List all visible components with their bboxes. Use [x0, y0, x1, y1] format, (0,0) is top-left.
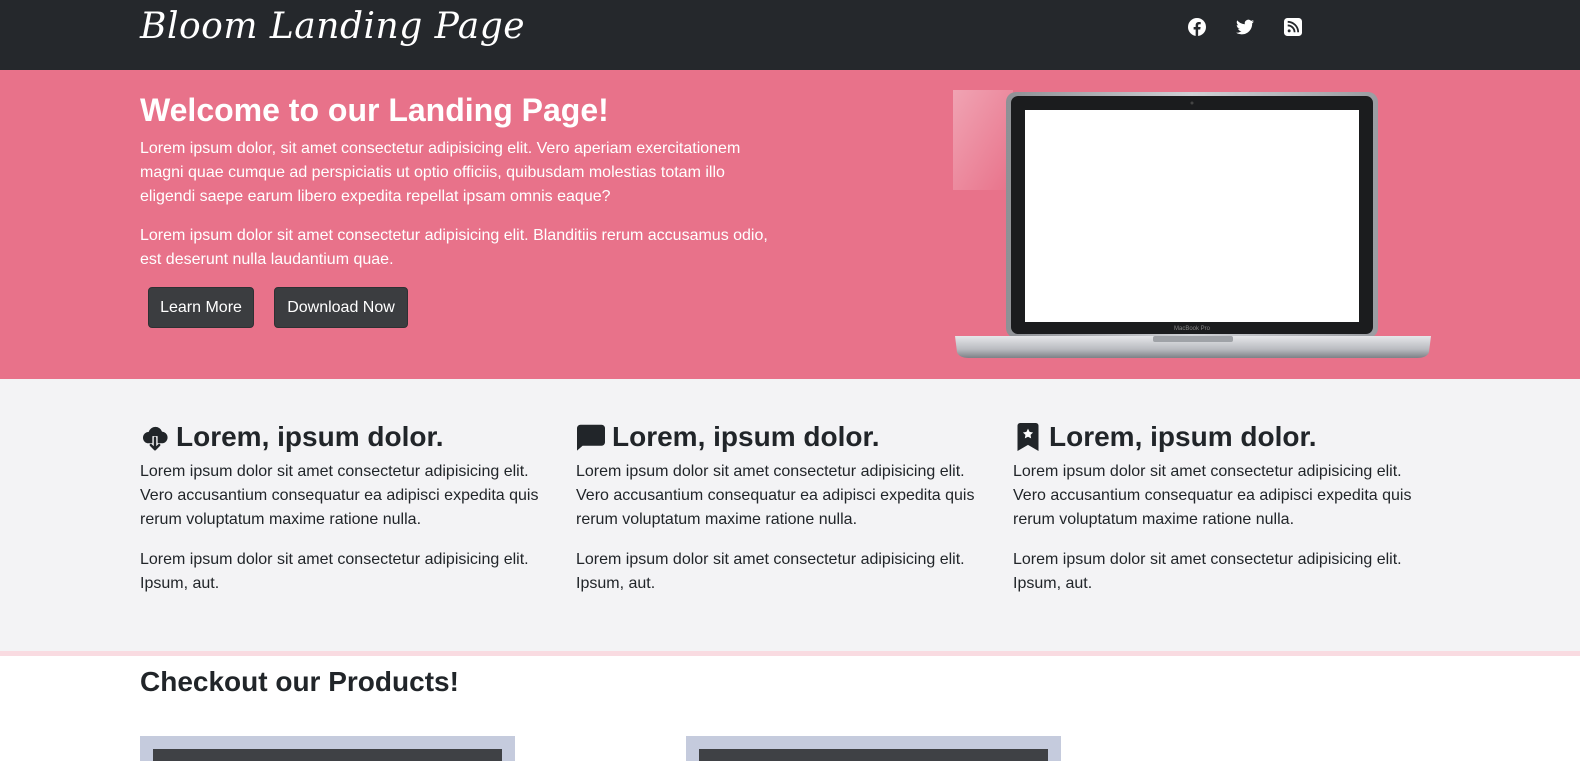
navbar: Bloom Landing Page — [0, 0, 1580, 70]
feature-paragraph: Lorem ipsum dolor sit amet consectetur a… — [576, 463, 975, 528]
feature-card: Lorem, ipsum dolor. Lorem ipsum dolor si… — [140, 419, 540, 596]
hero-section: Welcome to our Landing Page! Lorem ipsum… — [0, 70, 1580, 379]
laptop-image: MacBook Pro — [953, 90, 1433, 362]
products-title: Checkout our Products! — [140, 666, 459, 697]
hero-paragraph: Lorem ipsum dolor sit amet consectetur a… — [140, 227, 768, 268]
rss-icon[interactable] — [1282, 16, 1304, 38]
twitter-icon[interactable] — [1234, 16, 1256, 38]
features-section: Lorem, ipsum dolor. Lorem ipsum dolor si… — [0, 379, 1580, 651]
feature-paragraph: Lorem ipsum dolor sit amet consectetur a… — [140, 463, 539, 528]
feature-title: Lorem, ipsum dolor. — [1049, 421, 1317, 452]
feature-card: Lorem, ipsum dolor. Lorem ipsum dolor si… — [576, 419, 976, 596]
feature-paragraph: Lorem ipsum dolor sit amet consectetur a… — [1013, 551, 1402, 592]
product-image — [153, 749, 502, 761]
feature-paragraph: Lorem ipsum dolor sit amet consectetur a… — [1013, 463, 1412, 528]
brand-logo[interactable]: Bloom Landing Page — [140, 6, 525, 47]
learn-more-button[interactable]: Learn More — [148, 287, 254, 328]
product-card[interactable] — [140, 736, 515, 761]
feature-title: Lorem, ipsum dolor. — [176, 421, 444, 452]
feature-card: Lorem, ipsum dolor. Lorem ipsum dolor si… — [1013, 419, 1413, 596]
download-now-button[interactable]: Download Now — [274, 287, 408, 328]
feature-title: Lorem, ipsum dolor. — [612, 421, 880, 452]
chat-square-icon — [576, 422, 606, 452]
laptop-label: MacBook Pro — [1174, 326, 1211, 332]
hero-title: Welcome to our Landing Page! — [140, 92, 609, 128]
hero-paragraph: Lorem ipsum dolor, sit amet consectetur … — [140, 140, 741, 205]
facebook-icon[interactable] — [1186, 16, 1208, 38]
feature-paragraph: Lorem ipsum dolor sit amet consectetur a… — [140, 551, 529, 592]
bookmark-star-icon — [1013, 422, 1043, 452]
product-card[interactable] — [686, 736, 1061, 761]
section-divider — [0, 651, 1580, 656]
cloud-download-icon — [140, 422, 170, 452]
feature-paragraph: Lorem ipsum dolor sit amet consectetur a… — [576, 551, 965, 592]
product-image — [699, 749, 1048, 761]
